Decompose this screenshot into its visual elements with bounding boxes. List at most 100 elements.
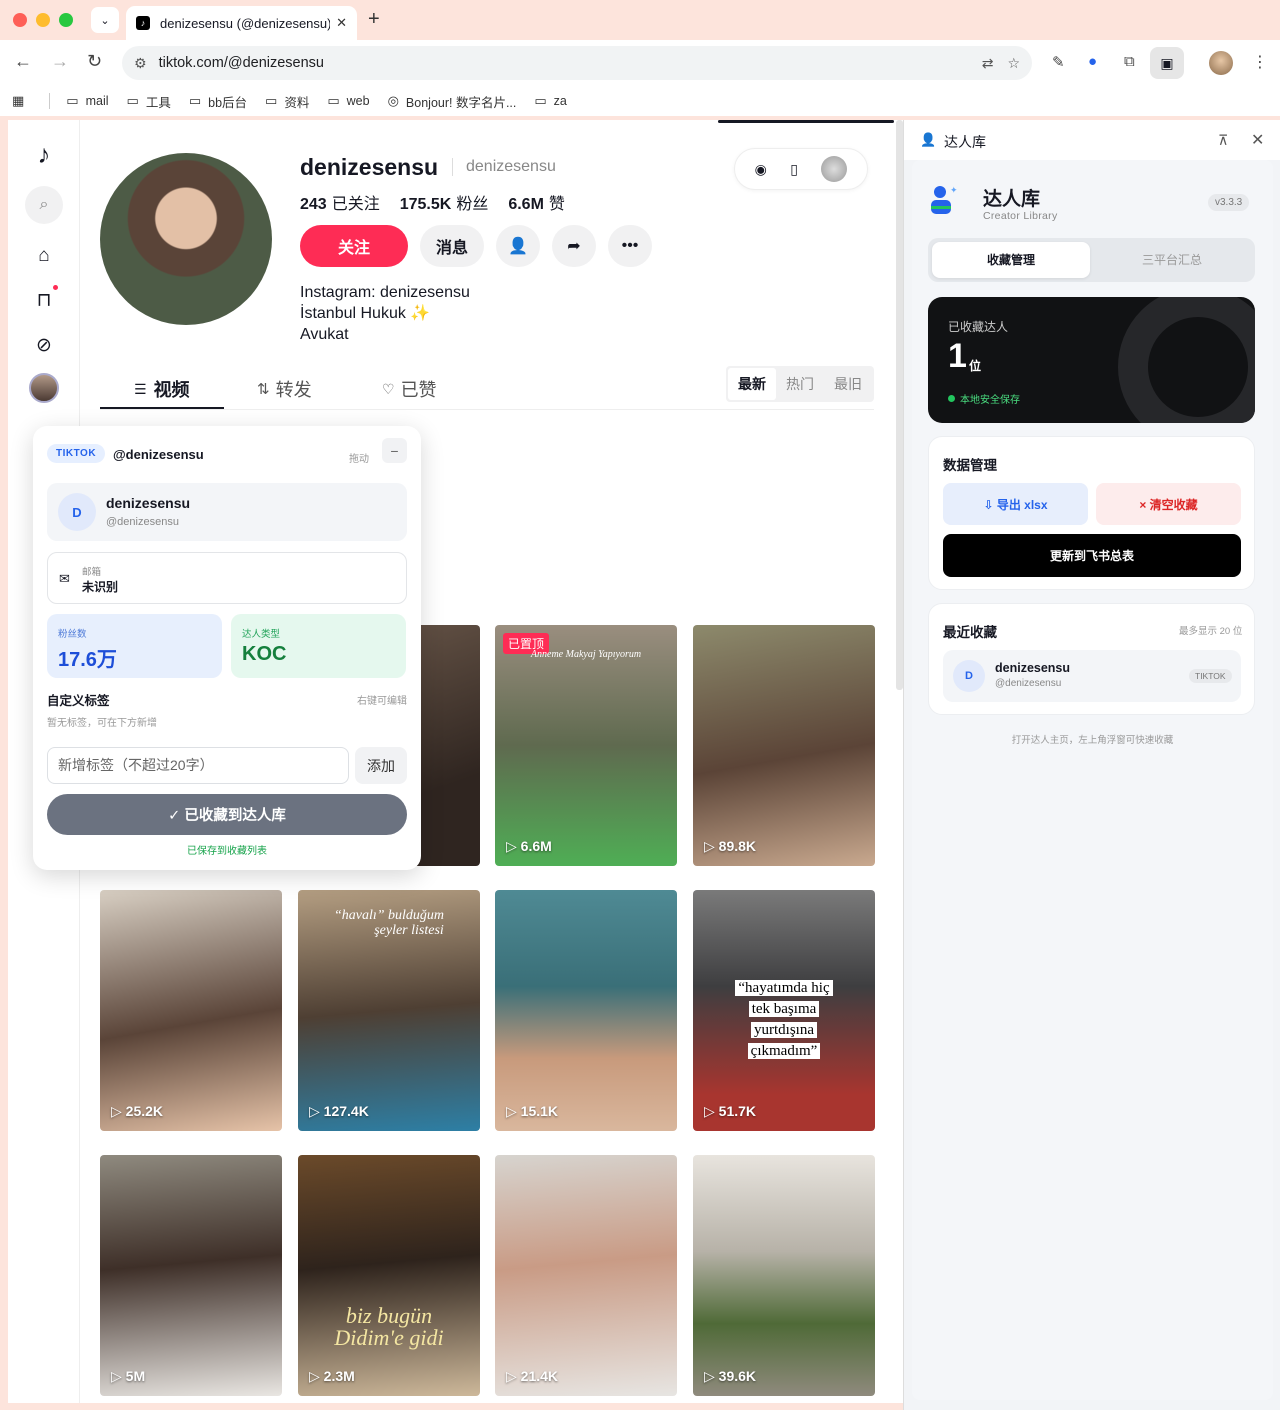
close-panel-icon[interactable]: ✕ xyxy=(1251,130,1264,150)
search-icon[interactable]: ⌕ xyxy=(25,186,63,224)
followers-stat[interactable]: 175.5K 粉丝 xyxy=(400,190,489,214)
viewer-avatar[interactable] xyxy=(821,156,848,182)
sort-popular[interactable]: 热门 xyxy=(776,368,824,400)
creator-floating-widget[interactable]: TIKTOK @denizesensu 拖动 − D denizesensu @… xyxy=(33,426,421,870)
home-icon[interactable]: ⌂ xyxy=(27,239,61,273)
saved-count-card: 已收藏达人 1 位 本地安全保存 xyxy=(928,297,1255,423)
reload-icon[interactable]: ↻ xyxy=(87,51,102,72)
explore-compass-icon[interactable]: ⊘ xyxy=(27,328,61,362)
close-tab-icon[interactable]: ✕ xyxy=(336,15,347,31)
custom-tags-hint: 右键可编辑 xyxy=(357,696,407,707)
translate-icon[interactable]: ⇄ xyxy=(982,55,994,72)
new-tab-icon[interactable]: + xyxy=(368,8,380,31)
data-management-title: 数据管理 xyxy=(943,458,997,473)
minimize-widget-button[interactable]: − xyxy=(382,438,407,463)
widget-handle: @denizesensu xyxy=(113,447,204,462)
likes-count: 6.6M xyxy=(508,196,544,213)
browser-tab-active[interactable]: ♪ denizesensu (@denizesensu) ✕ xyxy=(126,6,357,40)
tab-platform-summary[interactable]: 三平台汇总 xyxy=(1093,242,1251,278)
bookmark-bb-admin[interactable]: ▭ bb后台 xyxy=(189,92,247,111)
extension-brush-icon[interactable]: ✎ xyxy=(1052,53,1065,71)
new-tag-input[interactable]: 新增标签（不超过20字） xyxy=(47,747,349,784)
clear-collection-button[interactable]: × 清空收藏 xyxy=(1096,483,1241,525)
address-bar[interactable]: ⚙ tiktok.com/@denizesensu ⇄ ☆ xyxy=(122,46,1032,80)
bio-line: Avukat xyxy=(300,326,349,343)
drag-handle[interactable]: 拖动 xyxy=(349,450,369,465)
video-views-value: 51.7K xyxy=(718,1103,757,1119)
profile-username: denizesensu xyxy=(300,154,439,180)
bookmark-tools[interactable]: ▭ 工具 xyxy=(127,92,171,111)
apps-grid-icon[interactable]: ▦ xyxy=(12,93,31,109)
url-text: tiktok.com/@denizesensu xyxy=(158,55,324,71)
site-info-icon[interactable]: ⚙ xyxy=(134,55,147,72)
video-card[interactable]: ▷ 15.1K xyxy=(495,890,677,1131)
brand-subtitle: Creator Library xyxy=(983,210,1058,222)
add-tag-button[interactable]: 添加 xyxy=(355,747,407,784)
unpin-icon[interactable]: ⊼ xyxy=(1218,132,1228,149)
export-xlsx-button[interactable]: ⇩ 导出 xlsx xyxy=(943,483,1088,525)
extension-creator-icon[interactable]: ● xyxy=(1088,53,1097,70)
data-management-card: 数据管理 ⇩ 导出 xlsx × 清空收藏 更新到飞书总表 xyxy=(928,436,1255,590)
sort-latest[interactable]: 最新 xyxy=(728,368,776,400)
tab-search-icon[interactable]: ⌄ xyxy=(91,7,119,33)
message-button[interactable]: 消息 xyxy=(420,225,484,267)
more-options-icon[interactable]: ••• xyxy=(608,225,652,267)
tab-collection-manage[interactable]: 收藏管理 xyxy=(932,242,1090,278)
update-feishu-button[interactable]: 更新到飞书总表 xyxy=(943,534,1241,577)
video-card[interactable]: ▷ 39.6K xyxy=(693,1155,875,1396)
mail-icon: ✉ xyxy=(59,571,70,586)
device-icon[interactable]: ▯ xyxy=(790,161,798,178)
video-card[interactable]: ▷ 25.2K xyxy=(100,890,282,1131)
recent-list-item[interactable]: D denizesensu @denizesensu TIKTOK xyxy=(943,650,1241,702)
bookmark-za[interactable]: ▭ za xyxy=(534,93,567,109)
bookmark-mail[interactable]: ▭ mail xyxy=(66,93,108,109)
tab-title: denizesensu (@denizesensu) xyxy=(160,15,331,31)
sort-oldest[interactable]: 最旧 xyxy=(824,368,872,400)
video-views-value: 25.2K xyxy=(125,1103,164,1119)
video-views: ▷ 21.4K xyxy=(506,1368,559,1384)
video-card[interactable]: “havalı” bulduğum şeyler listesi ▷ 127.4… xyxy=(298,890,480,1131)
saved-hint: 已保存到收藏列表 xyxy=(187,846,267,857)
bookmark-star-icon[interactable]: ☆ xyxy=(1007,55,1020,72)
video-card[interactable]: ▷ 21.4K xyxy=(495,1155,677,1396)
bookmark-web[interactable]: ▭ web xyxy=(327,93,369,109)
video-card[interactable]: biz bugün Didim'e gidi ▷ 2.3M xyxy=(298,1155,480,1396)
my-profile-avatar[interactable] xyxy=(29,373,59,403)
tiktok-logo-icon[interactable]: ♪ xyxy=(27,137,61,171)
close-window-button[interactable] xyxy=(13,13,27,27)
video-card[interactable]: ▷ 5M xyxy=(100,1155,282,1396)
folder-icon: ▭ xyxy=(534,93,547,108)
video-card[interactable]: “hayatımda hiç tek başıma yurtdışına çık… xyxy=(693,890,875,1131)
tiktok-studio-icon[interactable]: ◉ xyxy=(755,161,767,178)
tab-videos[interactable]: ☰ 视频 xyxy=(134,376,190,402)
follow-button[interactable]: 关注 xyxy=(300,225,408,267)
video-card[interactable]: ▷ 89.8K xyxy=(693,625,875,866)
back-icon[interactable]: ← xyxy=(14,51,32,72)
bookmark-bonjour[interactable]: ◎ Bonjour! 数字名片... xyxy=(388,92,517,111)
video-card[interactable]: 已置顶 Anneme Makyaj Yapıyorum ▷ 6.6M xyxy=(495,625,677,866)
forward-icon[interactable]: → xyxy=(51,51,69,72)
tab-liked[interactable]: ♡ 已赞 xyxy=(382,376,437,402)
fans-label: 粉丝数 xyxy=(58,629,87,640)
side-panel-footer: 打开达人主页，左上角浮窗可快速收藏 xyxy=(1011,735,1174,746)
maximize-window-button[interactable] xyxy=(59,13,73,27)
add-friend-icon[interactable]: 👤 xyxy=(496,225,540,267)
following-stat[interactable]: 243 已关注 xyxy=(300,190,380,214)
saved-to-library-button[interactable]: ✓ 已收藏到达人库 xyxy=(47,794,407,835)
folder-icon: ▭ xyxy=(126,93,139,108)
profile-avatar-icon[interactable] xyxy=(1209,51,1233,75)
shop-bag-icon[interactable]: ⊓ xyxy=(27,283,61,317)
profile-bio: Instagram: denizesensu İstanbul Hukuk ✨ … xyxy=(300,282,470,345)
extensions-puzzle-icon[interactable]: ⧉ xyxy=(1124,53,1135,70)
side-panel-toggle-icon[interactable]: ▣ xyxy=(1150,47,1184,79)
caption-line: tek başıma xyxy=(748,1001,820,1017)
profile-avatar[interactable] xyxy=(100,153,272,325)
sort-selector: 最新 热门 最旧 xyxy=(726,366,874,402)
minimize-window-button[interactable] xyxy=(36,13,50,27)
share-icon[interactable]: ➦ xyxy=(552,225,596,267)
browser-menu-icon[interactable]: ⋮ xyxy=(1252,52,1268,72)
bookmark-resources[interactable]: ▭ 资料 xyxy=(265,92,309,111)
page-scrollbar[interactable] xyxy=(896,120,903,690)
tab-reposts[interactable]: ⇅ 转发 xyxy=(257,376,312,402)
creator-library-icon: 👤 xyxy=(920,132,937,147)
